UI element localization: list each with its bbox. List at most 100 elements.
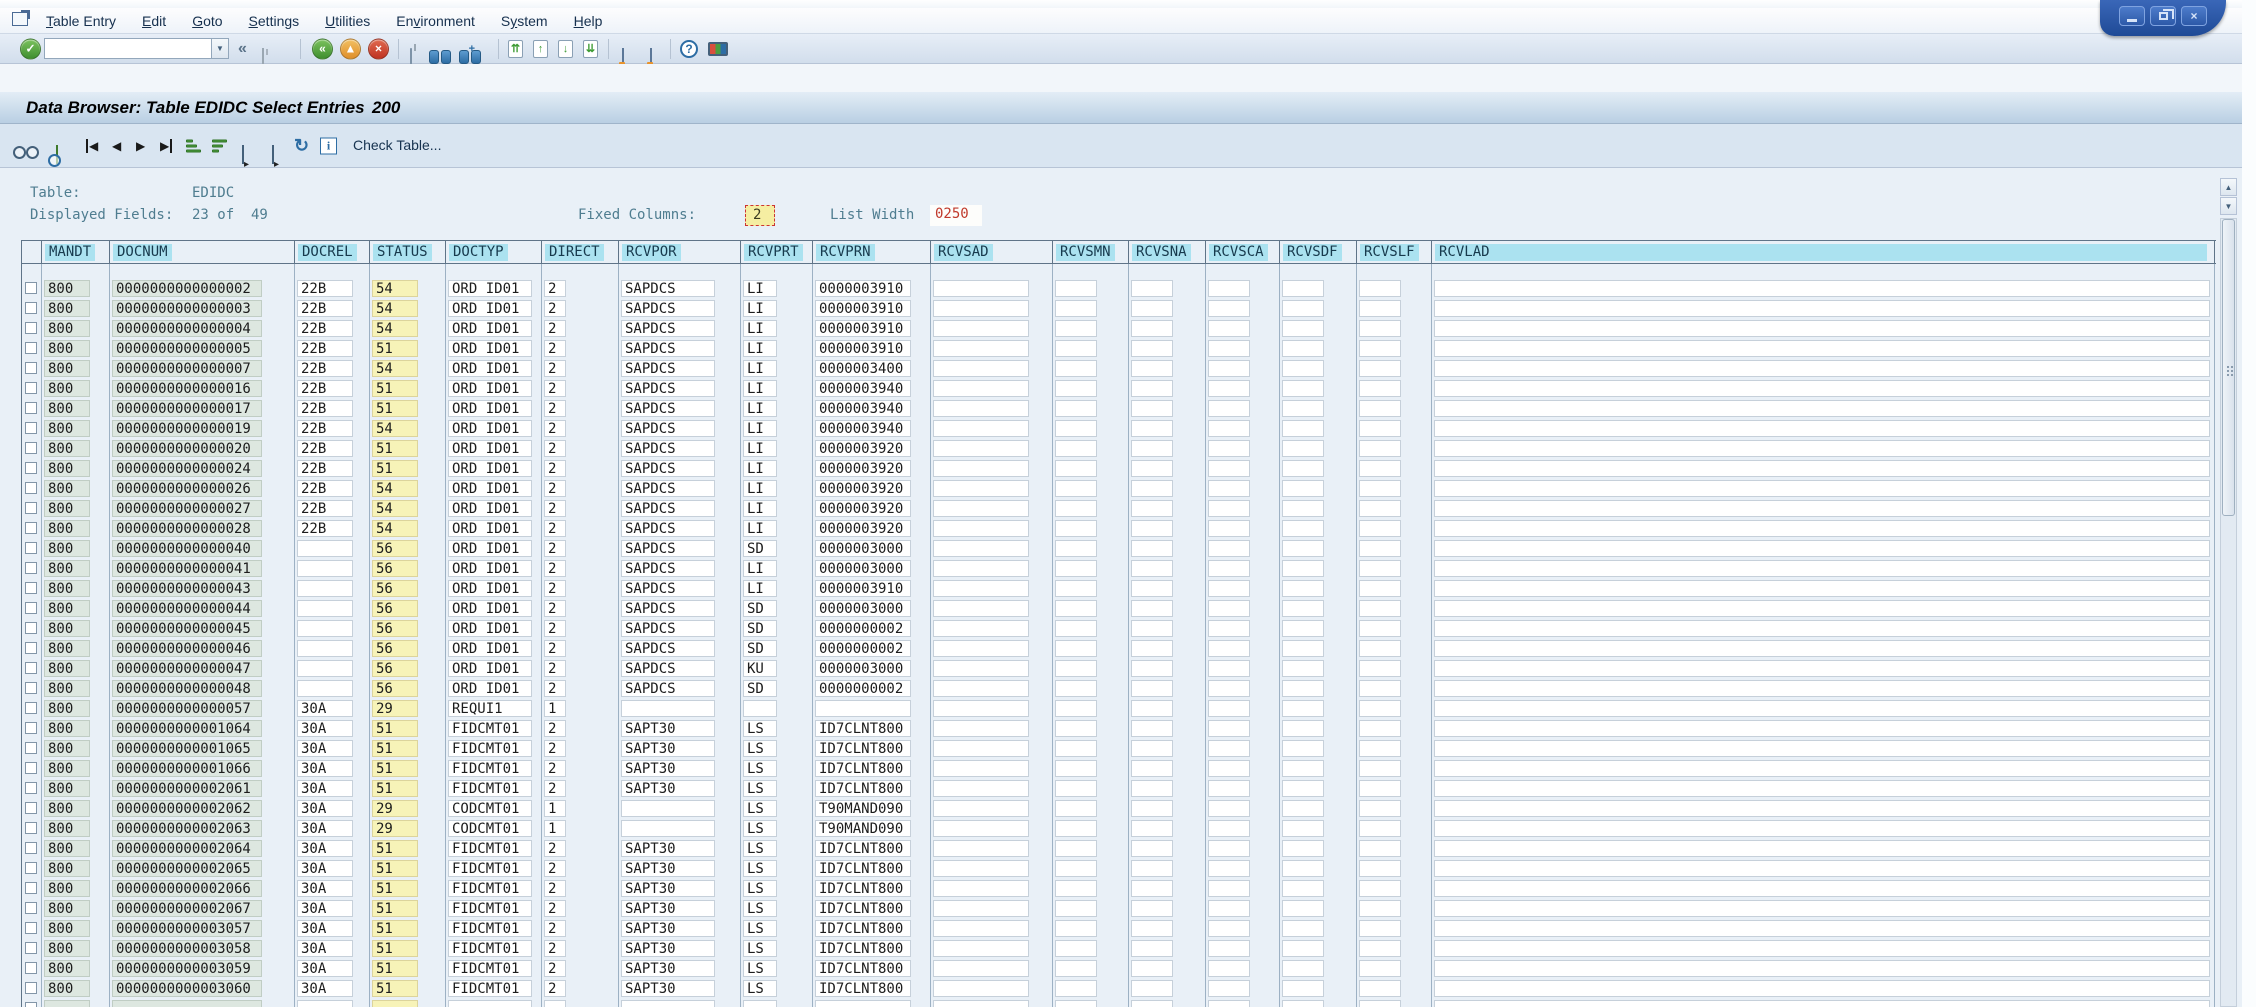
customize-layout-icon[interactable] xyxy=(708,42,728,56)
column-header-rcvsdf[interactable]: RCVSDF xyxy=(1280,241,1357,263)
first-entry-icon[interactable]: ◀ xyxy=(86,139,98,153)
row-checkbox[interactable] xyxy=(25,662,37,674)
menu-item-help[interactable]: Help xyxy=(574,13,603,29)
column-header-rcvprt[interactable]: RCVPRT xyxy=(741,241,813,263)
menu-item-utilities[interactable]: Utilities xyxy=(325,13,370,29)
fixed-columns-field[interactable]: 2 xyxy=(745,205,775,226)
row-checkbox[interactable] xyxy=(25,402,37,414)
column-header-direct[interactable]: DIRECT xyxy=(542,241,619,263)
cell-value-doctyp: ORD_ID01 xyxy=(448,460,532,477)
column-header-rcvsmn[interactable]: RCVSMN xyxy=(1053,241,1129,263)
row-checkbox[interactable] xyxy=(25,542,37,554)
vertical-scrollbar[interactable]: ▲ ▼ xyxy=(2220,178,2237,1007)
row-checkbox[interactable] xyxy=(25,622,37,634)
column-header-rcvpor[interactable]: RCVPOR xyxy=(619,241,741,263)
row-checkbox[interactable] xyxy=(25,582,37,594)
last-page-icon[interactable]: ⇊ xyxy=(583,40,598,58)
minimize-button[interactable] xyxy=(2119,6,2145,26)
scrollbar-track[interactable] xyxy=(2220,218,2237,1007)
row-checkbox[interactable] xyxy=(25,502,37,514)
row-checkbox[interactable] xyxy=(25,642,37,654)
menu-item-goto[interactable]: Goto xyxy=(192,13,222,29)
row-checkbox[interactable] xyxy=(25,982,37,994)
exit-icon[interactable]: ▲ xyxy=(340,38,361,59)
menu-item-environment[interactable]: Environment xyxy=(396,13,475,29)
menu-item-edit[interactable]: Edit xyxy=(142,13,166,29)
column-header-rcvsad[interactable]: RCVSAD xyxy=(931,241,1053,263)
refresh-icon[interactable]: ↻ xyxy=(294,135,309,156)
collapse-chevron-icon[interactable]: « xyxy=(238,40,247,58)
row-checkbox[interactable] xyxy=(25,682,37,694)
back-icon[interactable]: « xyxy=(312,38,333,59)
menu-item-system[interactable]: System xyxy=(501,13,548,29)
row-checkbox[interactable] xyxy=(25,942,37,954)
column-header-rcvlad[interactable]: RCVLAD xyxy=(1432,241,2215,263)
row-checkbox[interactable] xyxy=(25,482,37,494)
scroll-down-icon[interactable]: ▼ xyxy=(2220,197,2237,215)
close-button[interactable]: × xyxy=(2181,6,2207,26)
row-checkbox[interactable] xyxy=(25,882,37,894)
check-table-button[interactable]: Check Table... xyxy=(347,135,447,155)
row-checkbox[interactable] xyxy=(25,302,37,314)
row-checkbox[interactable] xyxy=(25,742,37,754)
gui-help-icon[interactable]: ? xyxy=(680,40,698,58)
system-menu-icon[interactable] xyxy=(12,12,28,26)
row-checkbox[interactable] xyxy=(25,522,37,534)
row-checkbox[interactable] xyxy=(25,562,37,574)
cancel-icon[interactable]: × xyxy=(368,38,389,59)
scroll-up-icon[interactable]: ▲ xyxy=(2220,178,2237,196)
row-checkbox[interactable] xyxy=(25,702,37,714)
row-checkbox[interactable] xyxy=(25,822,37,834)
next-entry-icon[interactable]: ▶ xyxy=(136,139,145,153)
check-entries-icon[interactable] xyxy=(56,145,58,164)
menu-item-table-entry[interactable]: Table Entry xyxy=(46,13,116,29)
row-checkbox[interactable] xyxy=(25,1002,37,1007)
sort-descending-icon[interactable] xyxy=(212,139,227,152)
menu-item-settings[interactable]: Settings xyxy=(249,13,300,29)
cell-value-rcvsad xyxy=(933,300,1029,317)
previous-entry-icon[interactable]: ◀ xyxy=(112,139,121,153)
page-down-icon[interactable]: ↓ xyxy=(558,40,573,58)
page-up-icon[interactable]: ↑ xyxy=(533,40,548,58)
row-checkbox[interactable] xyxy=(25,422,37,434)
last-entry-icon[interactable]: ▶ xyxy=(160,139,172,153)
row-checkbox[interactable] xyxy=(25,782,37,794)
enter-icon[interactable]: ✓ xyxy=(20,38,41,59)
row-checkbox[interactable] xyxy=(25,902,37,914)
first-page-icon[interactable]: ⇈ xyxy=(508,40,523,58)
row-checkbox[interactable] xyxy=(25,442,37,454)
column-header-docrel[interactable]: DOCREL xyxy=(295,241,370,263)
row-checkbox[interactable] xyxy=(25,862,37,874)
column-header-mandt[interactable]: MANDT xyxy=(42,241,110,263)
info-icon[interactable]: i xyxy=(320,137,337,154)
column-header-status[interactable]: STATUS xyxy=(370,241,446,263)
scrollbar-thumb[interactable] xyxy=(2222,219,2235,516)
column-header-rcvprn[interactable]: RCVPRN xyxy=(813,241,931,263)
row-checkbox[interactable] xyxy=(25,342,37,354)
column-header-rcvslf[interactable]: RCVSLF xyxy=(1357,241,1432,263)
column-header-rcvsna[interactable]: RCVSNA xyxy=(1129,241,1206,263)
row-checkbox[interactable] xyxy=(25,462,37,474)
column-header-docnum[interactable]: DOCNUM xyxy=(110,241,295,263)
restore-button[interactable] xyxy=(2150,6,2176,26)
column-header-rcvsca[interactable]: RCVSCA xyxy=(1206,241,1280,263)
column-header-doctyp[interactable]: DOCTYP xyxy=(446,241,542,263)
row-checkbox[interactable] xyxy=(25,962,37,974)
command-dropdown-icon[interactable]: ▼ xyxy=(212,38,229,59)
row-checkbox[interactable] xyxy=(25,602,37,614)
command-input[interactable] xyxy=(44,38,212,59)
cell-value-rcvsna xyxy=(1131,440,1173,457)
row-checkbox[interactable] xyxy=(25,382,37,394)
choose-fields-icon[interactable] xyxy=(242,145,244,164)
row-checkbox[interactable] xyxy=(25,922,37,934)
sort-ascending-icon[interactable] xyxy=(186,139,201,152)
row-checkbox[interactable] xyxy=(25,362,37,374)
row-checkbox[interactable] xyxy=(25,762,37,774)
filter-icon[interactable] xyxy=(272,145,274,164)
row-checkbox[interactable] xyxy=(25,282,37,294)
cell-value-rcvsca xyxy=(1208,340,1250,357)
row-checkbox[interactable] xyxy=(25,322,37,334)
row-checkbox[interactable] xyxy=(25,802,37,814)
row-checkbox[interactable] xyxy=(25,722,37,734)
row-checkbox[interactable] xyxy=(25,842,37,854)
